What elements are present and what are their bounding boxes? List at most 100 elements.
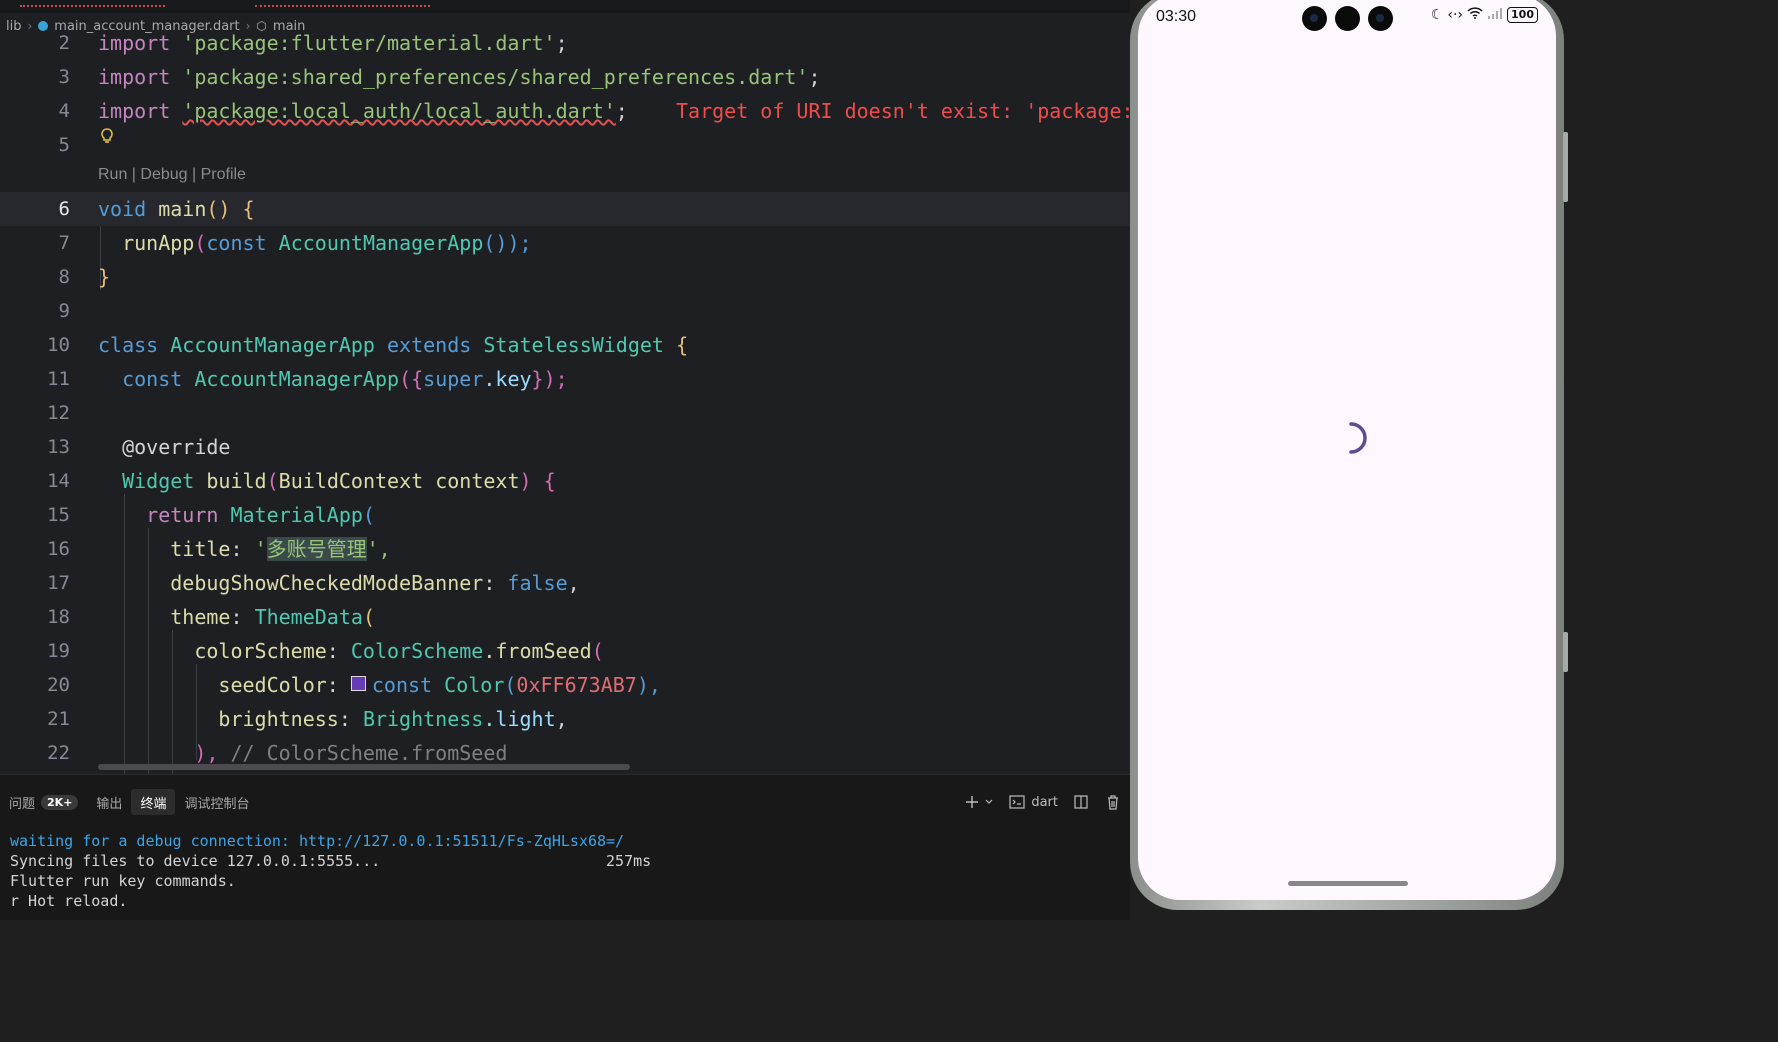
volume-button[interactable] <box>1563 132 1568 202</box>
tab-output[interactable]: 输出 <box>87 789 131 815</box>
comment: // ColorScheme.fromSeed <box>230 741 508 765</box>
code-line[interactable]: 16 title: '多账号管理', <box>0 532 1130 566</box>
function-name: build <box>206 469 267 493</box>
code-line[interactable]: 18 theme: ThemeData( <box>0 600 1130 634</box>
add-terminal-icon[interactable] <box>963 793 981 811</box>
power-button[interactable] <box>1563 632 1568 672</box>
line-number: 18 <box>47 606 70 628</box>
editor-tab-strip[interactable] <box>0 0 1130 13</box>
class-name: MaterialApp <box>230 503 363 527</box>
keyword: import <box>98 31 171 55</box>
camera-cutout-icon <box>1368 6 1393 31</box>
horizontal-scrollbar[interactable] <box>98 764 630 770</box>
code-line[interactable]: 2 import 'package:flutter/material.dart'… <box>0 26 1130 60</box>
punctuation: , <box>567 571 580 595</box>
color-swatch[interactable] <box>350 676 366 691</box>
code-line[interactable]: 15 return MaterialApp( <box>0 498 1130 532</box>
code-line[interactable]: 20 seedColor: const Color(0xFF673AB7), <box>0 668 1130 702</box>
code-line[interactable]: 17 debugShowCheckedModeBanner: false, <box>0 566 1130 600</box>
line-number: 22 <box>47 742 70 764</box>
line-number: 13 <box>47 436 70 458</box>
shell-label: dart <box>1031 794 1058 810</box>
line-number: 7 <box>58 232 70 254</box>
code-line[interactable]: 21 brightness: Brightness.light, <box>0 702 1130 736</box>
string-literal: 'package:flutter/material.dart' <box>182 31 556 55</box>
line-number: 8 <box>58 266 70 288</box>
keyword: void <box>98 197 147 221</box>
punctuation: : <box>230 537 243 561</box>
inline-error-message[interactable]: Target of URI doesn't exist: 'package:l <box>676 99 1130 123</box>
property: brightness <box>218 707 339 731</box>
class-name: BuildContext <box>278 469 424 493</box>
class-name: StatelessWidget <box>483 333 664 357</box>
keyword: const <box>206 231 267 255</box>
line-number: 15 <box>47 504 70 526</box>
tab-debug-console-label: 调试控制台 <box>184 796 250 812</box>
property: colorScheme <box>194 639 327 663</box>
terminal-shell-selector[interactable]: dart <box>1008 793 1058 811</box>
string-literal: ', <box>366 537 391 561</box>
line-number: 19 <box>47 640 70 662</box>
punctuation: { <box>676 333 689 357</box>
code-line[interactable]: 13 @override <box>0 430 1130 464</box>
punctuation: : <box>230 605 243 629</box>
loading-spinner <box>1349 422 1367 454</box>
keyword: import <box>98 99 171 123</box>
terminal-line: r Hot reload. <box>10 892 128 910</box>
code-line[interactable]: 11 const AccountManagerApp({super.key}); <box>0 362 1130 396</box>
tab-output-label: 输出 <box>96 796 123 812</box>
punctuation: () { <box>206 197 255 221</box>
line-number: 12 <box>47 402 70 424</box>
codelens-run-debug-profile[interactable]: Run | Debug | Profile <box>98 166 246 184</box>
home-indicator[interactable] <box>1288 881 1408 886</box>
moon-icon: ☾ <box>1430 7 1444 23</box>
panel-tabs: 问题 2K+ 输出 终端 调试控制台 <box>0 789 258 815</box>
code-line[interactable]: 10 class AccountManagerApp extends State… <box>0 328 1130 362</box>
parameter: context <box>435 469 520 493</box>
tab-debug-console[interactable]: 调试控制台 <box>175 789 258 815</box>
signal-icon <box>1487 7 1503 23</box>
keyword: super <box>423 367 484 391</box>
punctuation: ) { <box>519 469 556 493</box>
code-line[interactable]: 5 <box>0 128 1130 162</box>
property: theme <box>170 605 231 629</box>
code-editor[interactable]: lib › main_account_manager.dart › ⬡ main… <box>0 0 1130 774</box>
bottom-panel: 问题 2K+ 输出 终端 调试控制台 dart waiting for a de… <box>0 774 1130 920</box>
class-name: Widget <box>122 469 195 493</box>
code-line[interactable]: 19 colorScheme: ColorScheme.fromSeed( <box>0 634 1130 668</box>
line-number: 9 <box>58 300 70 322</box>
tab-problems[interactable]: 问题 2K+ <box>0 789 87 815</box>
terminal-line: Syncing files to device 127.0.0.1:5555..… <box>10 852 652 870</box>
punctuation: ( <box>266 469 279 493</box>
code-line-current[interactable]: 6 void main() { <box>0 192 1130 226</box>
punctuation: ; <box>808 65 821 89</box>
code-line[interactable]: 9 <box>0 294 1130 328</box>
class-name: ColorScheme <box>350 639 484 663</box>
phone-emulator[interactable]: 03:30 ☾ ‹·› 100 <box>1130 0 1568 919</box>
code-line[interactable]: 4 import 'package:local_auth/local_auth.… <box>0 94 1130 128</box>
phone-screen[interactable]: 03:30 ☾ ‹·› 100 <box>1138 0 1556 900</box>
code-line[interactable]: 7 runApp(const AccountManagerApp()); <box>0 226 1130 260</box>
code-line[interactable]: 3 import 'package:shared_preferences/sha… <box>0 60 1130 94</box>
split-terminal-icon[interactable] <box>1072 793 1090 811</box>
tab-terminal[interactable]: 终端 <box>131 789 176 815</box>
code-line[interactable]: 12 <box>0 396 1130 430</box>
lightbulb-icon[interactable] <box>100 128 114 148</box>
camera-cutout-icon <box>1335 6 1360 31</box>
code-line[interactable]: 8 } <box>0 260 1130 294</box>
string-literal: ' <box>254 537 267 561</box>
punctuation: ()); <box>483 231 532 255</box>
property: seedColor <box>218 673 327 697</box>
string-literal-error[interactable]: 'package:local_auth/local_auth.dart' <box>182 99 615 123</box>
trash-icon[interactable] <box>1104 793 1122 811</box>
line-number: 17 <box>47 572 70 594</box>
status-icons: ☾ ‹·› 100 <box>1431 7 1538 23</box>
chevron-down-icon[interactable] <box>984 793 994 811</box>
punctuation: ), <box>194 741 219 765</box>
terminal-line: Flutter run key commands. <box>10 872 236 890</box>
code-line[interactable]: 14 Widget build(BuildContext context) { <box>0 464 1130 498</box>
wifi-icon <box>1467 7 1483 23</box>
terminal-output[interactable]: waiting for a debug connection: http://1… <box>10 831 651 911</box>
tab-error-squiggle <box>20 2 165 7</box>
line-number: 11 <box>47 368 70 390</box>
